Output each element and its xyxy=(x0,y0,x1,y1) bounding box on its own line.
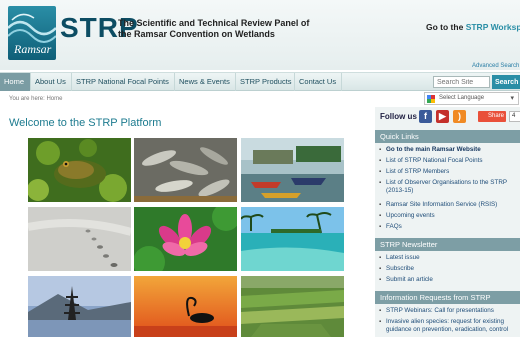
follow-us-label: Follow us xyxy=(380,112,417,121)
search-button[interactable]: Search xyxy=(492,75,520,89)
photo-fish[interactable] xyxy=(134,138,237,202)
nav-home[interactable]: Home xyxy=(0,73,31,91)
language-select[interactable]: Select Language ▾ xyxy=(424,92,519,105)
facebook-icon[interactable]: f xyxy=(419,110,432,123)
nav-strp-products[interactable]: STRP Products xyxy=(236,73,295,91)
quick-link-ramsar-website[interactable]: Go to the main Ramsar Website xyxy=(379,146,519,154)
breadcrumb: You are here: Home xyxy=(9,96,63,102)
nav-news-events[interactable]: News & Events xyxy=(175,73,236,91)
nav-national-focal-points[interactable]: STRP National Focal Points xyxy=(72,73,175,91)
search-input[interactable] xyxy=(433,76,490,88)
advanced-search-link[interactable]: Advanced Search xyxy=(472,63,519,69)
workspace-highlight: STRP Workspac xyxy=(465,22,520,32)
information-requests-header: Information Requests from STRP xyxy=(375,291,520,304)
nav-contact-us[interactable]: Contact Us xyxy=(295,73,342,91)
workspace-link[interactable]: Go to the STRP Workspac xyxy=(426,22,520,32)
youtube-icon[interactable]: ▶ xyxy=(436,110,449,123)
newsletter-header: STRP Newsletter xyxy=(375,238,520,251)
page-title: Welcome to the STRP Platform xyxy=(9,117,162,129)
photo-footprints[interactable] xyxy=(28,207,131,271)
newsletter-submit-article[interactable]: Submit an article xyxy=(379,276,519,284)
share-button-label: Share xyxy=(488,113,505,119)
workspace-prefix: Go to the xyxy=(426,22,464,32)
request-webinars[interactable]: STRP Webinars: Call for presentations xyxy=(379,307,519,315)
photo-rice-fields[interactable] xyxy=(241,276,344,337)
photo-swan-sunset[interactable] xyxy=(134,276,237,337)
photo-frog[interactable] xyxy=(28,138,131,202)
site-header: Ramsar STRP The Scientific and Technical… xyxy=(0,0,520,70)
ramsar-logo[interactable]: Ramsar xyxy=(8,6,56,60)
newsletter-subscribe[interactable]: Subscribe xyxy=(379,265,519,273)
language-select-label: Select Language xyxy=(439,95,485,101)
quick-link-faqs[interactable]: FAQs xyxy=(379,223,519,231)
quick-links-header: Quick Links xyxy=(375,130,520,143)
share-button[interactable]: Share xyxy=(478,111,506,122)
quick-link-upcoming-events[interactable]: Upcoming events xyxy=(379,212,519,220)
newsletter-latest-issue[interactable]: Latest issue xyxy=(379,254,519,262)
nav-about-us[interactable]: About Us xyxy=(31,73,72,91)
photo-boats[interactable] xyxy=(241,138,344,202)
google-translate-icon xyxy=(427,95,435,103)
share-count: 4 xyxy=(509,111,520,122)
photo-temple[interactable] xyxy=(28,276,131,337)
quick-link-strp-members[interactable]: List of STRP Members xyxy=(379,168,519,176)
panel-title: The Scientific and Technical Review Pane… xyxy=(118,18,310,39)
quick-link-rsis[interactable]: Ramsar Site Information Service (RSIS) xyxy=(379,201,519,209)
quick-link-observer-organisations[interactable]: List of Observer Organisations to the ST… xyxy=(379,179,519,195)
photo-lotus[interactable] xyxy=(134,207,237,271)
chevron-down-icon: ▾ xyxy=(510,95,514,102)
logo-text: Ramsar xyxy=(14,42,52,56)
quick-link-national-focal-points[interactable]: List of STRP National Focal Points xyxy=(379,157,519,165)
photo-beach[interactable] xyxy=(241,207,344,271)
rss-icon[interactable]: ) xyxy=(453,110,466,123)
request-invasive-species[interactable]: Invasive alien species: request for exis… xyxy=(379,318,519,334)
